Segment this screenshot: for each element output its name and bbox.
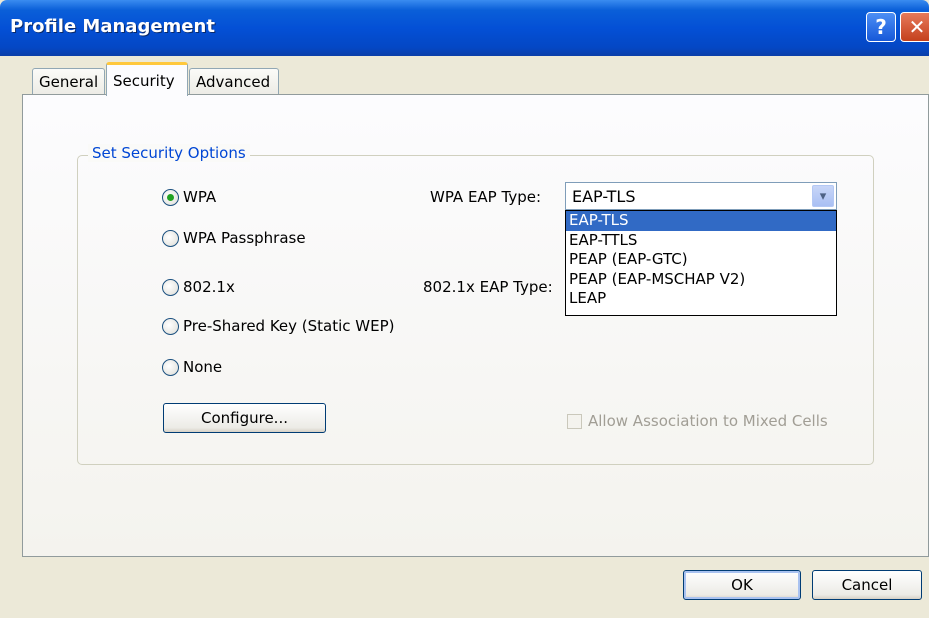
radio-button-icon[interactable] <box>162 358 179 376</box>
checkbox-icon[interactable] <box>567 413 582 429</box>
ok-button[interactable]: OK <box>683 570 801 600</box>
title-bar: Profile Management ? ✕ <box>0 0 929 56</box>
radio-label-pre-shared-key: Pre-Shared Key (Static WEP) <box>183 317 395 335</box>
radio-selected-dot <box>167 193 174 201</box>
radio-wpa-passphrase[interactable]: WPA Passphrase <box>162 229 306 247</box>
dropdown-option-eap-ttls[interactable]: EAP-TTLS <box>566 231 836 251</box>
wpa-eap-type-label: WPA EAP Type: <box>430 188 542 206</box>
radio-label-none: None <box>183 358 223 376</box>
radio-pre-shared-key[interactable]: Pre-Shared Key (Static WEP) <box>162 317 395 335</box>
dropdown-option-leap[interactable]: LEAP <box>566 289 836 309</box>
radio-wpa[interactable]: WPA <box>162 188 216 206</box>
window-title: Profile Management <box>10 16 215 37</box>
group-title: Set Security Options <box>88 144 250 162</box>
radio-none[interactable]: None <box>162 358 222 376</box>
configure-button[interactable]: Configure... <box>163 403 326 433</box>
wpa-eap-type-dropdown: EAP-TLS EAP-TTLS PEAP (EAP-GTC) PEAP (EA… <box>565 210 837 316</box>
close-icon[interactable]: ✕ <box>900 12 929 42</box>
allow-mixed-cells-checkbox[interactable]: Allow Association to Mixed Cells <box>567 412 828 430</box>
allow-mixed-cells-label: Allow Association to Mixed Cells <box>588 412 828 430</box>
tab-security[interactable]: Security <box>106 62 188 96</box>
dropdown-option-eap-tls[interactable]: EAP-TLS <box>566 211 836 231</box>
radio-button-icon[interactable] <box>162 317 179 335</box>
radio-label-wpa: WPA <box>183 188 217 206</box>
radio-8021x[interactable]: 802.1x <box>162 278 235 296</box>
tab-advanced[interactable]: Advanced <box>189 68 279 95</box>
wpa-eap-type-select[interactable]: EAP-TLS ▾ <box>565 182 837 210</box>
dropdown-option-peap-gtc[interactable]: PEAP (EAP-GTC) <box>566 250 836 270</box>
tab-general[interactable]: General <box>32 68 105 95</box>
radio-button-icon[interactable] <box>162 188 179 206</box>
radio-label-wpa-passphrase: WPA Passphrase <box>183 229 306 247</box>
8021x-eap-type-label: 802.1x EAP Type: <box>423 278 553 296</box>
chevron-down-icon[interactable]: ▾ <box>812 185 834 207</box>
radio-button-icon[interactable] <box>162 278 179 296</box>
cancel-button[interactable]: Cancel <box>812 570 922 600</box>
radio-button-icon[interactable] <box>162 229 179 247</box>
help-icon[interactable]: ? <box>866 12 896 42</box>
dropdown-option-peap-mschap[interactable]: PEAP (EAP-MSCHAP V2) <box>566 270 836 290</box>
radio-label-8021x: 802.1x <box>183 278 235 296</box>
wpa-eap-type-value: EAP-TLS <box>572 187 636 206</box>
